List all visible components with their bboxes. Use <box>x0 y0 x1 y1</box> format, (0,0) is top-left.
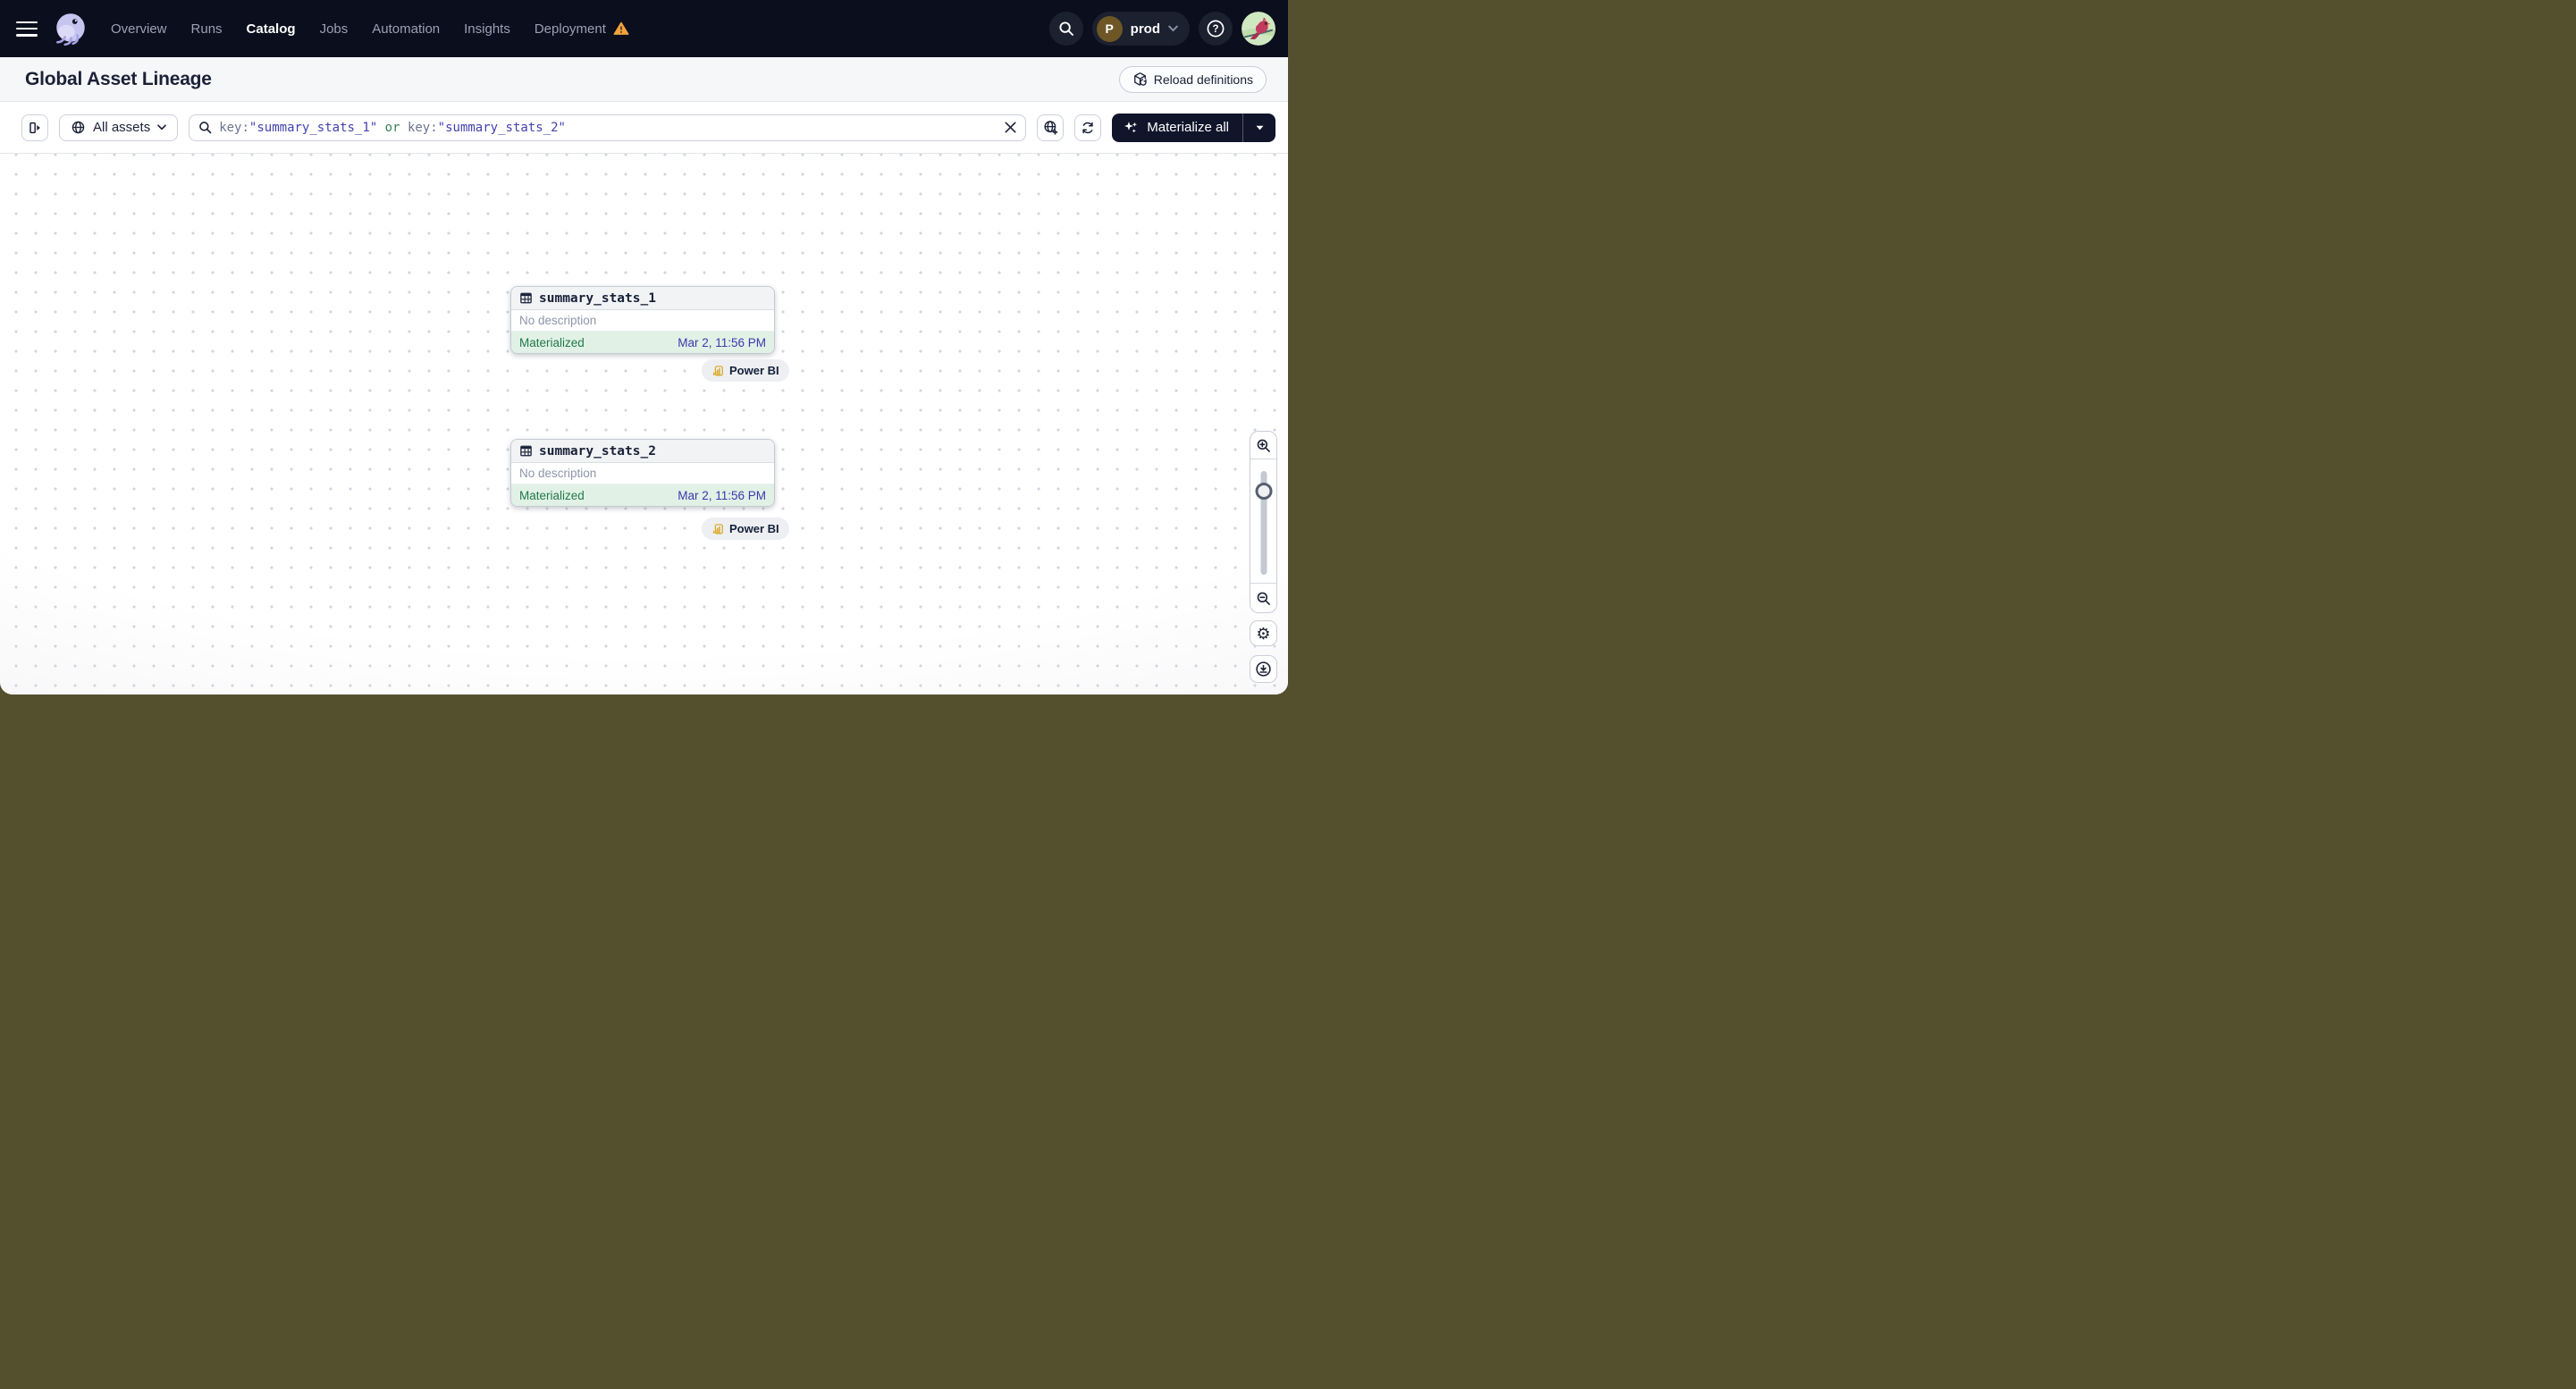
primary-nav-links: Overview Runs Catalog Jobs Automation In… <box>111 21 629 37</box>
chevron-down-icon <box>157 124 167 130</box>
materialize-all-button[interactable]: Materialize all <box>1112 114 1242 142</box>
nav-right-cluster: P prod ? <box>1048 12 1275 46</box>
hamburger-menu-icon[interactable] <box>16 21 38 37</box>
status-badge: Materialized <box>519 488 585 502</box>
asset-node-header: summary_stats_1 <box>511 287 774 310</box>
powerbi-icon <box>712 523 723 535</box>
panel-toggle-icon <box>29 122 40 133</box>
zoom-slider-knob[interactable] <box>1255 483 1272 500</box>
asset-name: summary_stats_1 <box>539 290 656 306</box>
dagster-app-window: Overview Runs Catalog Jobs Automation In… <box>0 0 1288 694</box>
lineage-toolbar: All assets key:"summary_stats_1" or key:… <box>0 102 1288 154</box>
svg-text:?: ? <box>1212 24 1218 35</box>
reload-definitions-label: Reload definitions <box>1153 72 1253 87</box>
powerbi-tag-label: Power BI <box>729 522 779 535</box>
question-mark-icon: ? <box>1207 20 1225 38</box>
lineage-graph-canvas[interactable]: summary_stats_1 No description Materiali… <box>0 154 1288 694</box>
refresh-icon <box>1082 122 1093 133</box>
nav-item-insights[interactable]: Insights <box>464 21 510 37</box>
materialize-all-split-button: Materialize all <box>1112 113 1275 142</box>
asset-node-header: summary_stats_2 <box>511 440 774 463</box>
powerbi-tag-summary-stats-2[interactable]: Power BI <box>702 518 789 540</box>
graph-settings-button[interactable]: ⚙ <box>1250 620 1277 646</box>
asset-status-row: Materialized Mar 2, 11:56 PM <box>511 332 774 353</box>
gear-icon: ⚙ <box>1256 624 1271 643</box>
asset-name: summary_stats_2 <box>539 443 656 459</box>
asset-description: No description <box>511 463 774 484</box>
materialization-timestamp[interactable]: Mar 2, 11:56 PM <box>678 336 766 349</box>
view-full-graph-button[interactable] <box>1037 114 1065 141</box>
download-graph-button[interactable] <box>1250 655 1277 683</box>
help-button[interactable]: ? <box>1199 12 1233 46</box>
nav-item-deployment[interactable]: Deployment <box>535 21 629 37</box>
materialize-all-label: Materialize all <box>1147 120 1229 135</box>
asset-scope-label: All assets <box>93 120 151 135</box>
zoom-out-button[interactable] <box>1250 584 1276 612</box>
reload-definitions-button[interactable]: Reload definitions <box>1118 65 1267 93</box>
zoom-in-button[interactable] <box>1250 432 1276 459</box>
open-sidebar-panel-button[interactable] <box>21 114 48 141</box>
caret-down-icon <box>1256 125 1263 130</box>
page-header: Global Asset Lineage Reload definitions <box>0 57 1288 102</box>
dagster-logo-icon[interactable] <box>52 10 89 47</box>
table-icon <box>520 445 532 457</box>
search-icon <box>199 122 212 134</box>
refresh-graph-button[interactable] <box>1074 114 1102 141</box>
asset-node-summary-stats-2[interactable]: summary_stats_2 No description Materiali… <box>510 439 775 507</box>
asset-search-input[interactable]: key:"summary_stats_1" or key:"summary_st… <box>189 114 1027 141</box>
zoom-slider[interactable] <box>1250 459 1276 584</box>
download-icon <box>1256 661 1271 677</box>
globe-plus-icon <box>1044 121 1057 135</box>
clear-search-button[interactable] <box>1005 122 1016 133</box>
deployment-warning-icon <box>613 21 629 35</box>
deployment-switcher[interactable]: P prod <box>1091 12 1190 46</box>
globe-icon <box>72 121 85 134</box>
global-search-button[interactable] <box>1048 12 1083 46</box>
deployment-name: prod <box>1130 21 1160 37</box>
zoom-control-panel <box>1250 431 1277 613</box>
nav-item-automation[interactable]: Automation <box>372 21 440 37</box>
nav-item-catalog[interactable]: Catalog <box>247 21 296 37</box>
asset-node-summary-stats-1[interactable]: summary_stats_1 No description Materiali… <box>510 286 775 354</box>
query-text: key:"summary_stats_1" or key:"summary_st… <box>219 120 566 135</box>
nav-item-overview[interactable]: Overview <box>111 21 167 37</box>
reload-cube-icon <box>1133 72 1147 86</box>
asset-status-row: Materialized Mar 2, 11:56 PM <box>511 484 774 506</box>
materialize-options-button[interactable] <box>1243 114 1275 142</box>
powerbi-tag-label: Power BI <box>729 364 779 377</box>
status-badge: Materialized <box>519 335 585 349</box>
zoom-out-icon <box>1257 592 1270 605</box>
chevron-down-icon <box>1168 25 1178 32</box>
nav-item-runs[interactable]: Runs <box>191 21 223 37</box>
zoom-in-icon <box>1257 439 1270 452</box>
top-navigation-bar: Overview Runs Catalog Jobs Automation In… <box>0 0 1288 57</box>
avatar-bird-image <box>1242 12 1275 46</box>
materialization-timestamp[interactable]: Mar 2, 11:56 PM <box>678 489 766 502</box>
user-avatar[interactable] <box>1242 12 1275 46</box>
nav-item-jobs[interactable]: Jobs <box>320 21 349 37</box>
table-icon <box>520 292 532 304</box>
powerbi-tag-summary-stats-1[interactable]: Power BI <box>702 359 789 382</box>
asset-description: No description <box>511 310 774 332</box>
deployment-initial-badge: P <box>1096 15 1123 42</box>
page-title: Global Asset Lineage <box>25 68 212 89</box>
asset-scope-dropdown[interactable]: All assets <box>59 114 179 141</box>
close-icon <box>1005 122 1016 133</box>
powerbi-icon <box>712 365 723 376</box>
sparkles-icon <box>1124 122 1138 133</box>
search-icon <box>1059 21 1073 36</box>
